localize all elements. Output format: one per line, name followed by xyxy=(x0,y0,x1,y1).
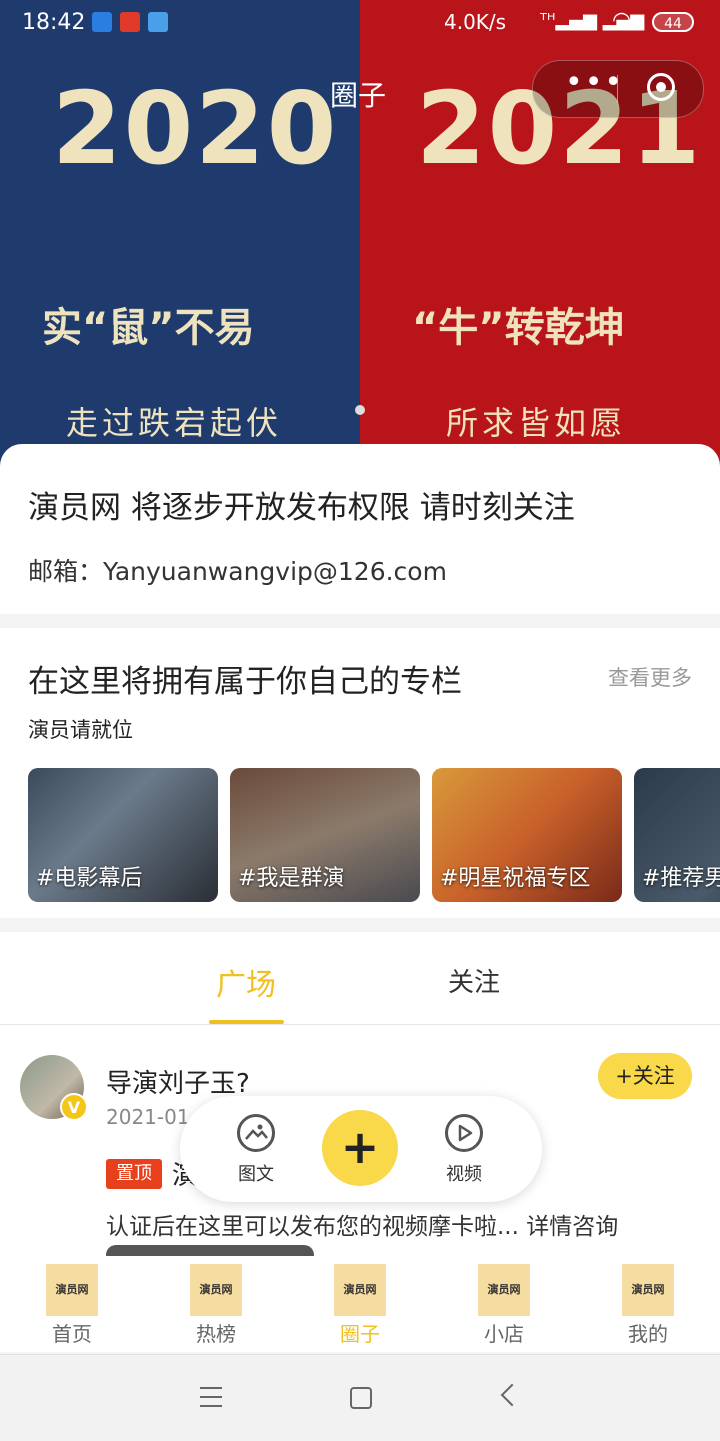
tab-square[interactable]: 广场 xyxy=(216,960,276,1004)
page-title: 圈子 xyxy=(330,79,387,112)
status-bar: 18:42 4.0K/s ᵀᴴ▂▄▆ ▂▄▆ ◠ 44 xyxy=(0,0,720,44)
carousel-dot[interactable] xyxy=(355,405,365,415)
capsule-divider xyxy=(617,75,618,103)
feed-tabs: 广场 关注 xyxy=(0,932,720,1025)
app-news-icon xyxy=(120,12,140,32)
columns-subheading: 演员请就位 xyxy=(28,718,133,742)
banner-year-left: 2020 xyxy=(52,70,339,187)
active-tab-indicator xyxy=(209,1020,284,1024)
app-logo-icon: 演员网 xyxy=(190,1264,242,1316)
tab-following[interactable]: 关注 xyxy=(448,962,500,999)
column-card[interactable]: #明星祝福专区 xyxy=(432,768,622,902)
post-date: 2021-01 xyxy=(106,1105,190,1129)
app-baidu-icon xyxy=(148,12,168,32)
columns-heading: 在这里将拥有属于你自己的专栏 xyxy=(28,664,462,700)
app-logo-icon: 演员网 xyxy=(334,1264,386,1316)
nav-mine-label: 我的 xyxy=(628,1322,668,1346)
nav-circle[interactable]: 演员网 圈子 xyxy=(320,1264,400,1347)
status-time: 18:42 xyxy=(22,10,86,35)
app-logo-icon: 演员网 xyxy=(46,1264,98,1316)
banner-sub-right: 所求皆如愿 xyxy=(446,404,627,442)
publish-video-label: 视频 xyxy=(446,1164,482,1185)
wifi-icon: ◠ xyxy=(612,8,632,33)
pinned-badge: 置顶 xyxy=(106,1159,162,1189)
system-nav-bar xyxy=(0,1354,720,1441)
notice-email: 邮箱：Yanyuanwangvip@126.com xyxy=(28,557,447,586)
mini-program-capsule[interactable]: ••• xyxy=(532,60,704,118)
nav-circle-label: 圈子 xyxy=(340,1322,380,1346)
publish-plus-button[interactable]: + xyxy=(322,1110,398,1186)
see-more-link[interactable]: 查看更多 xyxy=(608,662,692,692)
columns-section: 在这里将拥有属于你自己的专栏 查看更多 演员请就位 #电影幕后 #我是群演 #明… xyxy=(0,628,720,918)
nav-shop[interactable]: 演员网 小店 xyxy=(464,1264,544,1347)
column-card-label: #我是群演 xyxy=(238,866,345,891)
publish-image-text-label: 图文 xyxy=(238,1164,274,1185)
image-icon xyxy=(237,1114,275,1152)
column-cards: #电影幕后 #我是群演 #明星祝福专区 #推荐男 xyxy=(28,768,720,902)
nav-hot[interactable]: 演员网 热榜 xyxy=(176,1264,256,1347)
banner-slogan-right: “牛”转乾坤 xyxy=(412,305,625,351)
column-card-label: #电影幕后 xyxy=(36,866,143,891)
app-logo-icon: 演员网 xyxy=(478,1264,530,1316)
target-icon[interactable] xyxy=(647,73,675,101)
publish-image-text-button[interactable]: 图文 xyxy=(226,1114,286,1186)
column-card[interactable]: #推荐男 xyxy=(634,768,720,902)
bottom-nav: 演员网 首页 演员网 热榜 演员网 圈子 演员网 小店 演员网 我的 xyxy=(0,1256,720,1352)
back-icon[interactable] xyxy=(500,1383,524,1407)
post-body: 认证后在这里可以发布您的视频摩卡啦... 详情咨询 xyxy=(106,1214,619,1240)
banner-sub-left: 走过跌宕起伏 xyxy=(66,404,283,442)
nav-shop-label: 小店 xyxy=(484,1322,524,1346)
column-card-label: #明星祝福专区 xyxy=(440,866,591,891)
column-card[interactable]: #我是群演 xyxy=(230,768,420,902)
home-icon[interactable] xyxy=(350,1387,372,1409)
notification-icons xyxy=(92,12,168,32)
post-author[interactable]: 导演刘子玉? xyxy=(106,1063,250,1100)
menu-icon[interactable] xyxy=(200,1387,222,1414)
app-logo-icon: 演员网 xyxy=(622,1264,674,1316)
banner-slogan-left: 实“鼠”不易 xyxy=(42,305,255,351)
nav-hot-label: 热榜 xyxy=(196,1322,236,1346)
column-card-label: #推荐男 xyxy=(642,866,720,891)
more-dots-icon[interactable]: ••• xyxy=(565,65,624,100)
nav-mine[interactable]: 演员网 我的 xyxy=(608,1264,688,1347)
network-speed: 4.0K/s xyxy=(444,10,507,34)
publish-bar: 图文 + 视频 xyxy=(180,1096,542,1202)
nav-home-label: 首页 xyxy=(52,1322,92,1346)
follow-button[interactable]: +关注 xyxy=(598,1053,692,1099)
app-n-icon xyxy=(92,12,112,32)
notice-card: 演员网 将逐步开放发布权限 请时刻关注 邮箱：Yanyuanwangvip@12… xyxy=(0,444,720,614)
notice-headline: 演员网 将逐步开放发布权限 请时刻关注 xyxy=(28,490,575,526)
column-card[interactable]: #电影幕后 xyxy=(28,768,218,902)
publish-video-button[interactable]: 视频 xyxy=(434,1114,494,1186)
verified-badge-icon: V xyxy=(60,1093,88,1121)
play-icon xyxy=(445,1114,483,1152)
battery-icon: 44 xyxy=(652,12,694,32)
nav-home[interactable]: 演员网 首页 xyxy=(32,1264,112,1347)
